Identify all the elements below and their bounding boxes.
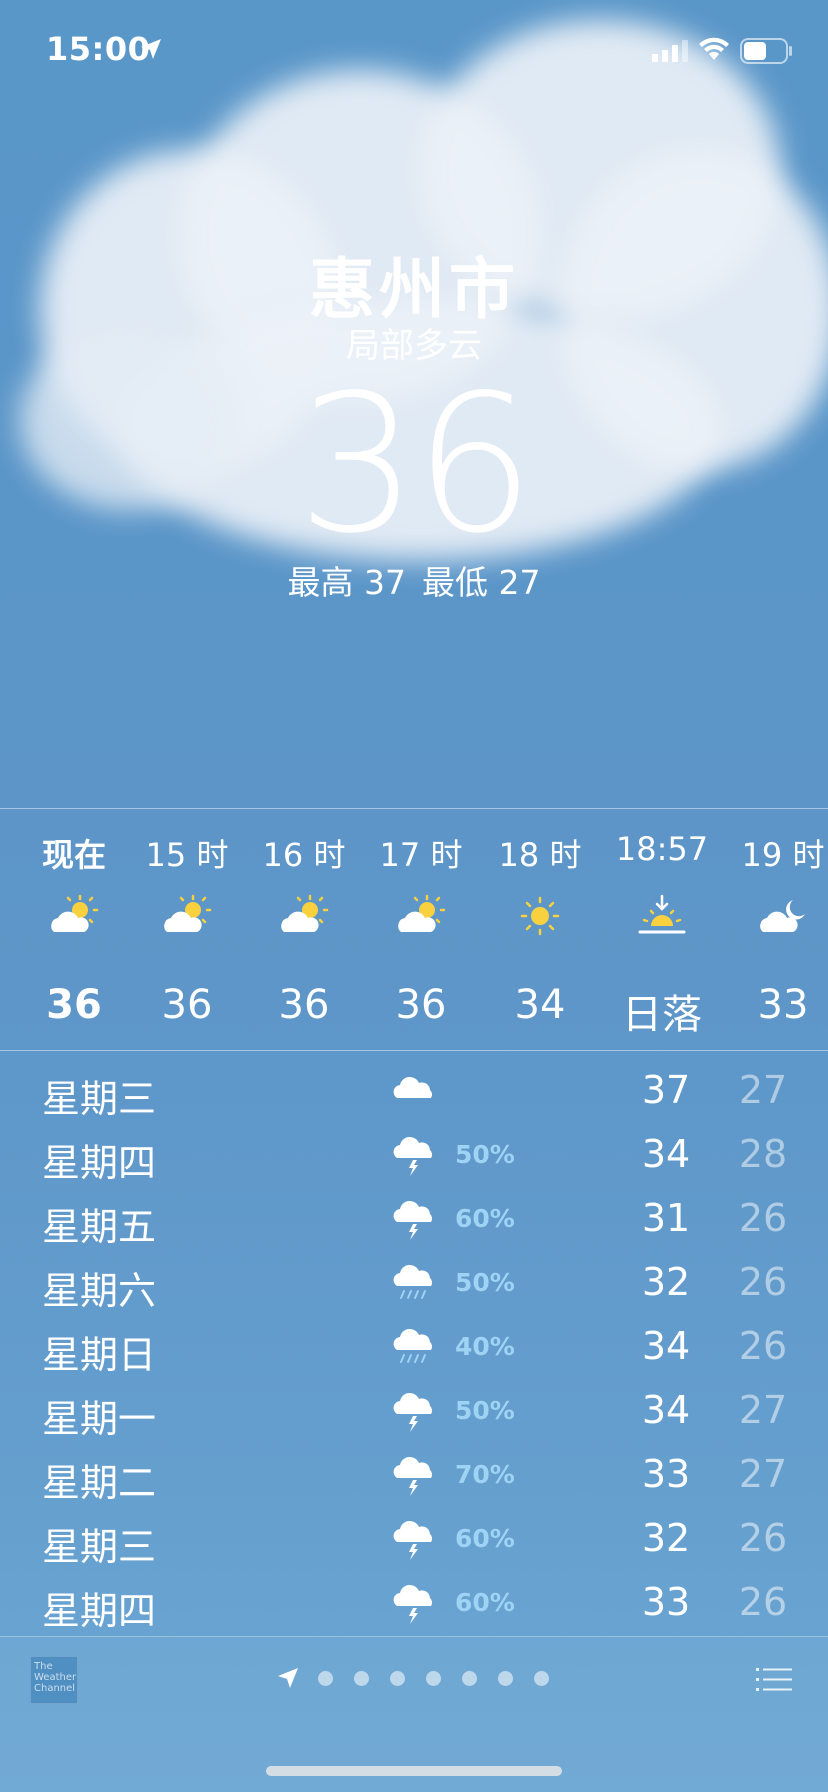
hour-label: 16 时	[262, 836, 346, 874]
day-low: 26	[738, 1580, 788, 1624]
partly-sunny-icon	[398, 894, 446, 932]
thunderstorm-icon	[393, 1200, 433, 1240]
hour-label: 19 时	[741, 836, 825, 874]
day-high: 32	[641, 1516, 691, 1560]
daily-row: 星期日 40% 34 26	[0, 1314, 828, 1378]
page-dot[interactable]	[498, 1670, 513, 1686]
hour-label: 15 时	[145, 836, 229, 874]
city-list-icon[interactable]	[756, 1666, 792, 1694]
wifi-icon	[699, 37, 729, 60]
day-low: 27	[738, 1068, 788, 1112]
hour-temp: 36	[395, 982, 447, 1028]
partly-sunny-icon	[164, 894, 212, 932]
partly-sunny-icon	[51, 894, 99, 932]
hour-temp: 33	[757, 982, 809, 1028]
precip-chance: 70%	[455, 1460, 515, 1489]
precip-chance: 60%	[455, 1588, 515, 1617]
low-temp: 最低 27	[422, 563, 541, 602]
hour-temp: 日落	[622, 992, 702, 1038]
day-high: 37	[641, 1068, 691, 1112]
high-temp: 最高 37	[287, 563, 406, 602]
day-high: 31	[641, 1196, 691, 1240]
day-name: 星期三	[42, 1077, 157, 1121]
day-high: 34	[641, 1132, 691, 1176]
day-high: 32	[641, 1260, 691, 1304]
daily-row: 星期四 60% 33 26	[0, 1570, 828, 1634]
day-low: 28	[738, 1132, 788, 1176]
day-name: 星期日	[42, 1333, 157, 1377]
precip-chance: 60%	[455, 1204, 515, 1233]
day-low: 27	[738, 1452, 788, 1496]
day-high: 34	[641, 1324, 691, 1368]
daily-row: 星期六 50% 32 26	[0, 1250, 828, 1314]
day-low: 26	[738, 1260, 788, 1304]
hourly-forecast[interactable]: 现在 36 15 时 36 16 时 36 17 时 36 18 时 34 18…	[0, 808, 828, 1050]
rain-icon	[393, 1328, 433, 1363]
hour-label: 现在	[41, 836, 106, 874]
high-low-temperatures: 最高 37 最低 27	[0, 556, 828, 604]
hour-label: 17 时	[379, 836, 463, 874]
hour-label: 18 时	[498, 836, 582, 874]
page-dot[interactable]	[426, 1670, 441, 1686]
page-indicator[interactable]	[318, 1666, 549, 1690]
day-name: 星期二	[42, 1461, 157, 1505]
daily-row: 星期五 60% 31 26	[0, 1186, 828, 1250]
sunset-icon	[638, 894, 686, 934]
hour-temp: 36	[161, 982, 213, 1028]
daily-row: 星期二 70% 33 27	[0, 1442, 828, 1506]
thunderstorm-icon	[393, 1392, 433, 1432]
cellular-signal-icon	[652, 40, 688, 62]
precip-chance: 60%	[455, 1524, 515, 1553]
daily-row: 星期一 50% 34 27	[0, 1378, 828, 1442]
location-arrow-icon	[141, 39, 161, 59]
cloud-icon	[393, 1076, 433, 1098]
precip-chance: 50%	[455, 1140, 515, 1169]
page-dot[interactable]	[462, 1670, 477, 1686]
partly-sunny-icon	[281, 894, 329, 932]
precip-chance: 40%	[455, 1332, 515, 1361]
daily-row: 星期三 37 27	[0, 1058, 828, 1122]
weather-channel-logo[interactable]: The Weather Channel	[30, 1656, 78, 1704]
home-indicator[interactable]	[266, 1766, 562, 1776]
day-low: 26	[738, 1196, 788, 1240]
day-low: 26	[738, 1516, 788, 1560]
page-dot[interactable]	[318, 1670, 333, 1686]
status-bar: 15:00	[0, 0, 828, 100]
rain-icon	[393, 1264, 433, 1299]
thunderstorm-icon	[393, 1520, 433, 1560]
day-name: 星期四	[42, 1141, 157, 1185]
day-high: 34	[641, 1388, 691, 1432]
divider-middle	[0, 1050, 828, 1051]
thunderstorm-icon	[393, 1584, 433, 1624]
hour-temp: 34	[514, 982, 566, 1028]
page-dot[interactable]	[534, 1670, 549, 1686]
day-name: 星期五	[42, 1205, 157, 1249]
battery-icon	[740, 38, 792, 64]
current-location-arrow-icon[interactable]	[276, 1666, 300, 1690]
day-low: 27	[738, 1388, 788, 1432]
day-low: 26	[738, 1324, 788, 1368]
day-name: 星期一	[42, 1397, 157, 1441]
hour-temp: 36	[46, 982, 102, 1028]
hour-temp: 36	[278, 982, 330, 1028]
thunderstorm-icon	[393, 1136, 433, 1176]
partly-cloudy-night-icon	[760, 900, 805, 932]
page-dot[interactable]	[390, 1670, 405, 1686]
day-high: 33	[641, 1580, 691, 1624]
day-name: 星期三	[42, 1525, 157, 1569]
daily-row: 星期四 50% 34 28	[0, 1122, 828, 1186]
day-name: 星期六	[42, 1269, 157, 1313]
day-name: 星期四	[42, 1589, 157, 1633]
hour-label: 18:57	[615, 830, 709, 868]
current-temperature: 36	[297, 354, 535, 575]
page-dot[interactable]	[354, 1670, 369, 1686]
precip-chance: 50%	[455, 1268, 515, 1297]
status-time: 15:00	[46, 30, 151, 68]
day-high: 33	[641, 1452, 691, 1496]
thunderstorm-icon	[393, 1456, 433, 1496]
precip-chance: 50%	[455, 1396, 515, 1425]
daily-row: 星期三 60% 32 26	[0, 1506, 828, 1570]
sun-icon	[520, 896, 560, 936]
